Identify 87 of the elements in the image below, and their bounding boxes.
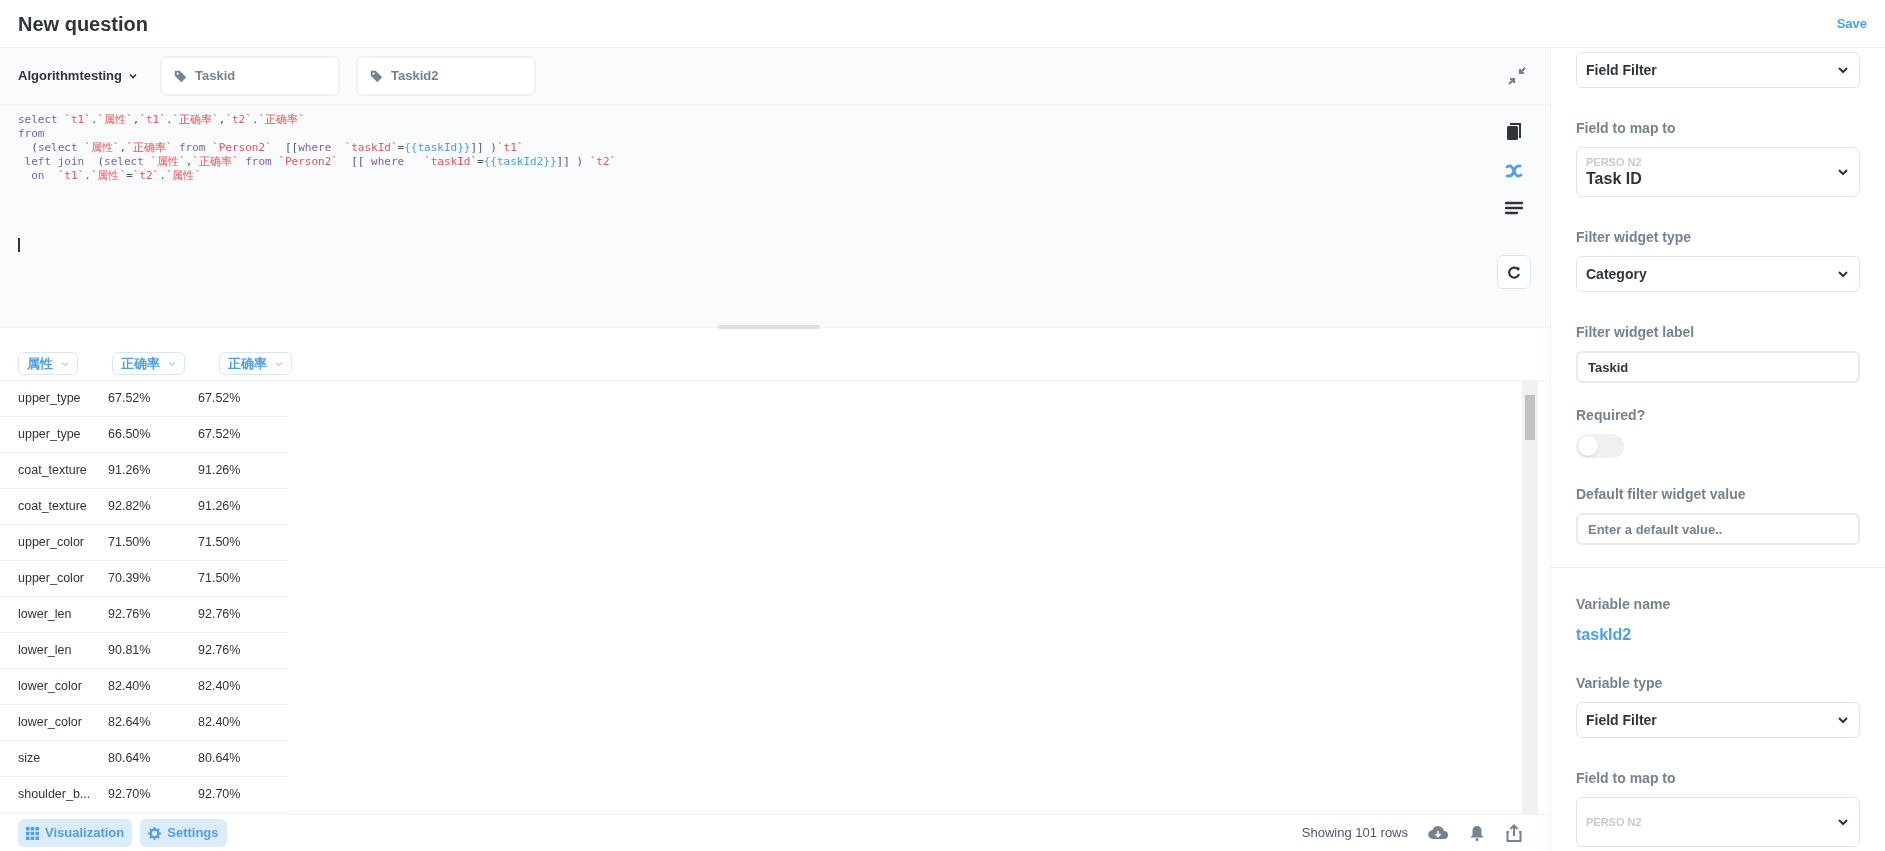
table-cell-text: 66.50%	[108, 426, 152, 444]
refresh-button[interactable]	[1497, 255, 1531, 289]
table-cell-text: coat_texture	[17, 462, 88, 480]
text-input-field[interactable]: Enter a default value..	[1576, 513, 1860, 545]
variable-field[interactable]: Taskid2	[356, 56, 536, 96]
table-cell-text: 92.76%	[108, 606, 152, 624]
table-cell-text: 67.52%	[198, 426, 242, 444]
cloud-download-icon[interactable]	[1428, 825, 1448, 841]
select-dropdown[interactable]: Category	[1576, 256, 1860, 292]
snippet-lines-icon[interactable]	[1505, 201, 1523, 215]
field-label: Required?	[1576, 406, 1647, 425]
table-cell-text: 80.64%	[198, 750, 242, 768]
table-cell-text: 91.26%	[108, 462, 152, 480]
select-dropdown[interactable]: Field Filter	[1576, 52, 1860, 88]
table-cell-text: lower_color	[17, 714, 83, 732]
table-cell-text: upper_type	[17, 426, 82, 444]
field-label: Variable type	[1576, 674, 1664, 693]
table-cell-text: 82.64%	[108, 714, 152, 732]
scrollbar[interactable]	[1522, 381, 1538, 814]
code-line: (select `属性`,`正确率` from `Person2` [[where `taskId`={{taskId}}]] )`t1`	[30, 141, 525, 155]
row-count: Showing 101 rows	[1301, 824, 1408, 843]
code-line: left join (select `属性`,`正确率` from `Person2` [[ where `taskId`={{taskId2}}]] ) `t2`	[23, 155, 618, 169]
column-header-button[interactable]: 正确率	[219, 352, 292, 375]
field-label: Field to map to	[1576, 119, 1677, 138]
book-icon[interactable]	[1506, 123, 1522, 141]
visualization-button[interactable]: Visualization	[18, 819, 133, 847]
chevron-down-icon	[275, 359, 283, 368]
tag-icon	[370, 69, 383, 83]
table-cell-text: 82.40%	[198, 714, 242, 732]
table-cell-text: upper_type	[17, 390, 82, 408]
save-link[interactable]: Save	[1836, 13, 1867, 34]
table-cell-text: 92.70%	[108, 786, 152, 804]
table-cell-text: lower_len	[17, 642, 73, 660]
table-cell-text: 92.76%	[198, 606, 242, 624]
table-cell-text: 70.39%	[108, 570, 152, 588]
table-cell-text: 91.26%	[198, 462, 242, 480]
grid-icon	[26, 826, 39, 840]
table-cell-text: 92.70%	[198, 786, 242, 804]
variable-field[interactable]: Taskid	[160, 56, 340, 96]
database-picker[interactable]: Algorithmtesting	[18, 66, 138, 86]
text-input-field[interactable]: Taskid	[1576, 351, 1860, 383]
table-cell-text: 80.64%	[108, 750, 152, 768]
chevron-down-icon	[168, 359, 176, 368]
field-select-dropdown[interactable]: PERSO N2 Task ID	[1576, 147, 1860, 197]
tag-icon	[174, 69, 187, 83]
text-cursor	[18, 238, 20, 252]
refresh-icon	[1507, 265, 1521, 279]
chevron-down-icon	[128, 71, 138, 81]
field-label: Default filter widget value	[1576, 485, 1747, 504]
column-header-button[interactable]: 属性	[18, 352, 78, 375]
table-cell-text: lower_color	[17, 678, 83, 696]
table-cell-text: 92.76%	[198, 642, 242, 660]
bell-icon[interactable]	[1470, 825, 1484, 841]
collapse-icon[interactable]	[1508, 67, 1526, 85]
code-line: from	[18, 127, 46, 141]
table-cell-text: 67.52%	[108, 390, 152, 408]
table-cell-text: 92.82%	[108, 498, 152, 516]
table-cell-text: upper_color	[17, 570, 85, 588]
table-cell-text: 82.40%	[108, 678, 152, 696]
table-cell-text: 82.40%	[198, 678, 242, 696]
table-cell-text: coat_texture	[17, 498, 88, 516]
table-cell-text: 67.52%	[198, 390, 242, 408]
select-dropdown[interactable]: Field Filter	[1576, 702, 1860, 738]
table-cell-text: 91.26%	[198, 498, 242, 516]
table-cell-text: upper_color	[17, 534, 85, 552]
table-cell-text: shoulder_b...	[17, 786, 92, 804]
table-cell-text: 71.50%	[108, 534, 152, 552]
field-label: Filter widget label	[1576, 323, 1696, 342]
table-cell-text: 71.50%	[198, 570, 242, 588]
field-label: Field to map to	[1576, 769, 1677, 788]
toggle-switch[interactable]	[1576, 434, 1624, 458]
column-header-button[interactable]: 正确率	[112, 352, 185, 375]
variable-name: taskId2	[1576, 625, 1633, 645]
settings-icon	[148, 826, 162, 840]
settings-button[interactable]: Settings	[140, 819, 227, 847]
table-cell-text: 71.50%	[198, 534, 242, 552]
variable-x-icon[interactable]	[1505, 163, 1523, 179]
table-cell-text: size	[17, 750, 42, 768]
field-label: Filter widget type	[1576, 228, 1693, 247]
table-cell-text: lower_len	[17, 606, 73, 624]
share-icon[interactable]	[1506, 824, 1522, 842]
field-label: Variable name	[1576, 595, 1672, 614]
chevron-down-icon	[61, 359, 69, 368]
code-line: on `t1`.`属性`=`t2`.`属性`	[30, 169, 203, 183]
page-title: New question	[18, 11, 148, 37]
table-cell-text: 90.81%	[108, 642, 152, 660]
code-line: select `t1`.`属性`,`t1`.`正确率`,`t2`.`正确率`	[18, 113, 306, 127]
